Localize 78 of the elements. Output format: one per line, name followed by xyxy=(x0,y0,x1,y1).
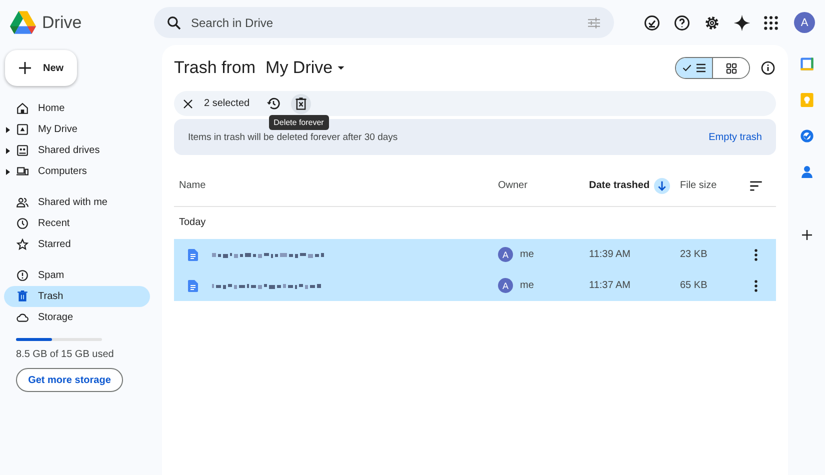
page-title: Trash from xyxy=(174,58,256,78)
sort-down-icon[interactable] xyxy=(654,178,670,194)
caret-icon xyxy=(336,64,345,72)
search-field[interactable]: Search in Drive xyxy=(154,7,614,38)
selection-count: 2 selected xyxy=(204,98,250,109)
table-cell-text: 11:39 AM xyxy=(589,249,632,260)
expand-arrow-icon[interactable] xyxy=(6,126,10,132)
check-icon xyxy=(682,63,692,73)
owner-name: me xyxy=(520,249,534,260)
plus-icon xyxy=(17,60,33,76)
delete-forever-button[interactable] xyxy=(290,94,311,114)
help-icon[interactable] xyxy=(673,14,691,32)
file-row[interactable]: A me 11:37 AM 65 KB xyxy=(174,270,776,301)
computer-icon xyxy=(16,165,29,178)
people-icon xyxy=(16,196,29,209)
owner-name: me xyxy=(520,280,534,291)
more-options-icon[interactable] xyxy=(754,280,758,292)
account-avatar[interactable]: A xyxy=(794,12,815,33)
app-name: Drive xyxy=(42,12,82,32)
home-icon xyxy=(16,102,29,115)
group-heading: Today xyxy=(178,216,207,230)
sidebar-item[interactable]: Trash xyxy=(4,286,150,307)
add-icon[interactable] xyxy=(800,229,812,241)
trash-icon xyxy=(16,290,29,303)
sidebar-item[interactable]: Recent xyxy=(4,213,150,234)
shared-drives-icon xyxy=(16,144,29,157)
more-options-icon[interactable] xyxy=(754,248,758,260)
column-header[interactable]: Owner xyxy=(498,180,589,191)
expand-arrow-icon[interactable] xyxy=(6,168,10,174)
location-dropdown[interactable]: My Drive xyxy=(262,58,349,78)
sidebar-item[interactable]: Starred xyxy=(4,234,150,255)
close-icon[interactable] xyxy=(182,98,194,110)
grid-icon xyxy=(726,62,736,74)
document-icon xyxy=(188,248,198,260)
sidebar-item[interactable]: Storage xyxy=(4,307,150,328)
expand-arrow-icon[interactable] xyxy=(6,148,10,154)
empty-trash-button[interactable]: Empty trash xyxy=(708,132,762,142)
sparkle-icon[interactable] xyxy=(733,14,751,32)
table-cell-text: 11:37 AM xyxy=(589,280,632,291)
offline-icon[interactable] xyxy=(643,14,661,32)
sidebar-item[interactable]: Shared with me xyxy=(4,192,150,213)
owner-avatar: A xyxy=(498,278,513,293)
sorted-column-header[interactable]: Date trashed xyxy=(589,178,680,194)
column-header[interactable]: Name xyxy=(174,180,498,191)
search-icon xyxy=(166,15,182,31)
drive-icon xyxy=(16,123,29,136)
table-cell-text: 65 KB xyxy=(680,280,708,291)
list-icon xyxy=(694,62,706,74)
new-button[interactable]: New xyxy=(5,50,77,86)
settings-icon[interactable] xyxy=(703,14,721,32)
contacts-icon[interactable] xyxy=(800,165,812,179)
banner-message: Items in trash will be deleted forever after 30 days xyxy=(188,132,398,142)
calendar-icon[interactable] xyxy=(800,57,814,71)
list-view-button[interactable] xyxy=(676,58,713,78)
apps-icon[interactable] xyxy=(763,14,779,30)
document-icon xyxy=(188,280,198,292)
sidebar-item[interactable]: Shared drives xyxy=(4,140,150,161)
sort-icon[interactable] xyxy=(749,180,763,192)
sidebar-item[interactable]: Computers xyxy=(4,161,150,182)
clock-icon xyxy=(16,217,29,230)
sidebar-item[interactable]: Spam xyxy=(4,265,150,286)
sidebar-item[interactable]: Home xyxy=(4,98,150,119)
warning-icon xyxy=(16,269,29,282)
restore-icon[interactable] xyxy=(266,96,281,111)
cloud-icon xyxy=(16,311,29,324)
get-storage-button[interactable]: Get more storage xyxy=(16,368,123,392)
sidebar-item[interactable]: My Drive xyxy=(4,119,150,140)
info-icon[interactable] xyxy=(760,60,776,76)
file-row[interactable]: A me 11:39 AM 23 KB xyxy=(174,239,776,270)
table-cell-text: 23 KB xyxy=(680,249,708,260)
star-icon xyxy=(16,238,29,251)
owner-avatar: A xyxy=(498,247,513,262)
tasks-icon[interactable] xyxy=(800,129,814,143)
tooltip: Delete forever xyxy=(268,114,329,130)
column-header[interactable]: File size xyxy=(680,180,742,191)
storage-usage: 8.5 GB of 15 GB used xyxy=(16,349,115,360)
drive-logo-icon xyxy=(10,11,36,34)
delete-forever-icon xyxy=(294,96,308,110)
